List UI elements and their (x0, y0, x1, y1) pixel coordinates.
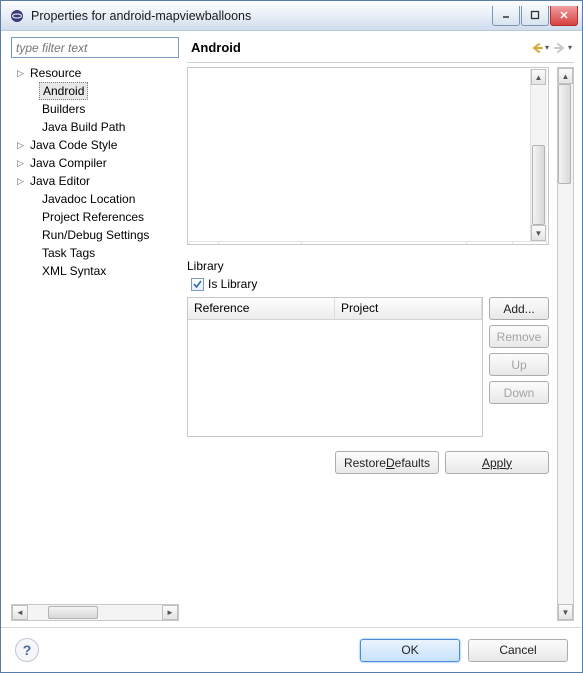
tree-item-project-references[interactable]: Project References (11, 208, 179, 226)
eclipse-icon (9, 8, 25, 24)
tree-item-label: Builders (39, 101, 88, 117)
scroll-thumb[interactable] (532, 145, 545, 225)
sidebar-hscroll[interactable]: ◄ ► (11, 604, 179, 621)
add-button[interactable]: Add... (489, 297, 549, 320)
target-name: Androi... (219, 242, 302, 246)
library-group: Library Is Library Reference Project (187, 259, 549, 437)
tree-item-java-code-style[interactable]: ▷Java Code Style (11, 136, 179, 154)
target-api: 11 (512, 242, 546, 246)
sidebar: ▷ResourceAndroidBuildersJava Build Path▷… (11, 37, 179, 621)
tree-item-javadoc-location[interactable]: Javadoc Location (11, 190, 179, 208)
tree-item-label: Run/Debug Settings (39, 227, 152, 243)
pane-header: Android ▾ ▾ (187, 37, 574, 63)
dialog-footer: ? OK Cancel (1, 627, 582, 672)
scroll-thumb[interactable] (48, 606, 98, 619)
target-vendor: Android Open So... (302, 242, 466, 246)
tree-item-label: Java Code Style (27, 137, 120, 153)
table-vscroll[interactable]: ▲ ▼ (530, 69, 547, 241)
close-button[interactable] (550, 6, 578, 26)
tree-item-android[interactable]: Android (11, 82, 179, 100)
caret-down-icon: ▾ (545, 43, 549, 52)
build-target-table[interactable]: ▲ ▼ Androi...Android Open So...3.011Goog… (187, 67, 549, 245)
scroll-down-icon[interactable]: ▼ (558, 604, 573, 620)
nav-forward[interactable]: ▾ (553, 41, 572, 55)
expand-icon: ▷ (17, 176, 27, 187)
down-button[interactable]: Down (489, 381, 549, 404)
ok-button[interactable]: OK (360, 639, 460, 662)
tree-item-task-tags[interactable]: Task Tags (11, 244, 179, 262)
category-tree[interactable]: ▷ResourceAndroidBuildersJava Build Path▷… (11, 64, 179, 600)
nav-back[interactable]: ▾ (530, 41, 549, 55)
maximize-button[interactable] (521, 6, 549, 26)
library-reference-table[interactable]: Reference Project (187, 297, 483, 437)
tree-item-run-debug-settings[interactable]: Run/Debug Settings (11, 226, 179, 244)
target-platform: 3.0 (466, 242, 512, 246)
main-pane: Android ▾ ▾ ▲ ▼ (187, 37, 574, 621)
scroll-down-icon[interactable]: ▼ (531, 225, 546, 241)
expand-icon: ▷ (17, 158, 27, 169)
arrow-right-icon (553, 41, 567, 55)
tree-item-label: Javadoc Location (39, 191, 138, 207)
tree-item-label: Java Build Path (39, 119, 128, 135)
scroll-thumb[interactable] (558, 84, 571, 184)
tree-item-builders[interactable]: Builders (11, 100, 179, 118)
target-row[interactable]: Androi...Android Open So...3.011 (190, 242, 547, 246)
main-vscroll[interactable]: ▲ ▼ (557, 67, 574, 621)
tree-item-label: XML Syntax (39, 263, 109, 279)
tree-item-label: Task Tags (39, 245, 98, 261)
tree-item-label: Resource (27, 65, 84, 81)
cancel-button[interactable]: Cancel (468, 639, 568, 662)
tree-item-java-build-path[interactable]: Java Build Path (11, 118, 179, 136)
tree-item-label: Android (39, 82, 88, 100)
restore-defaults-button[interactable]: Restore Defaults (335, 451, 439, 474)
help-icon[interactable]: ? (15, 638, 39, 662)
up-button[interactable]: Up (489, 353, 549, 376)
tree-item-label: Project References (39, 209, 147, 225)
titlebar[interactable]: Properties for android-mapviewballoons (1, 1, 582, 31)
properties-dialog: Properties for android-mapviewballoons ▷… (0, 0, 583, 673)
expand-icon: ▷ (17, 68, 27, 79)
col-reference[interactable]: Reference (188, 298, 335, 319)
minimize-button[interactable] (492, 6, 520, 26)
filter-input[interactable] (11, 37, 179, 58)
remove-button[interactable]: Remove (489, 325, 549, 348)
tree-item-label: Java Compiler (27, 155, 110, 171)
scroll-up-icon[interactable]: ▲ (558, 68, 573, 84)
scroll-up-icon[interactable]: ▲ (531, 69, 546, 85)
caret-down-icon: ▾ (568, 43, 572, 52)
is-library-checkbox[interactable]: Is Library (187, 277, 549, 291)
scroll-right-icon[interactable]: ► (162, 605, 178, 620)
tree-item-java-editor[interactable]: ▷Java Editor (11, 172, 179, 190)
window-controls (491, 6, 578, 26)
expand-icon: ▷ (17, 140, 27, 151)
is-library-label: Is Library (208, 277, 257, 291)
apply-button[interactable]: Apply (445, 451, 549, 474)
window-title: Properties for android-mapviewballoons (31, 9, 491, 23)
page-title: Android (187, 40, 528, 55)
tree-item-java-compiler[interactable]: ▷Java Compiler (11, 154, 179, 172)
tree-item-resource[interactable]: ▷Resource (11, 64, 179, 82)
col-project[interactable]: Project (335, 298, 482, 319)
tree-item-label: Java Editor (27, 173, 93, 189)
arrow-left-icon (530, 41, 544, 55)
scroll-left-icon[interactable]: ◄ (12, 605, 28, 620)
library-title: Library (187, 259, 549, 273)
tree-item-xml-syntax[interactable]: XML Syntax (11, 262, 179, 280)
checkbox-icon (191, 278, 204, 291)
